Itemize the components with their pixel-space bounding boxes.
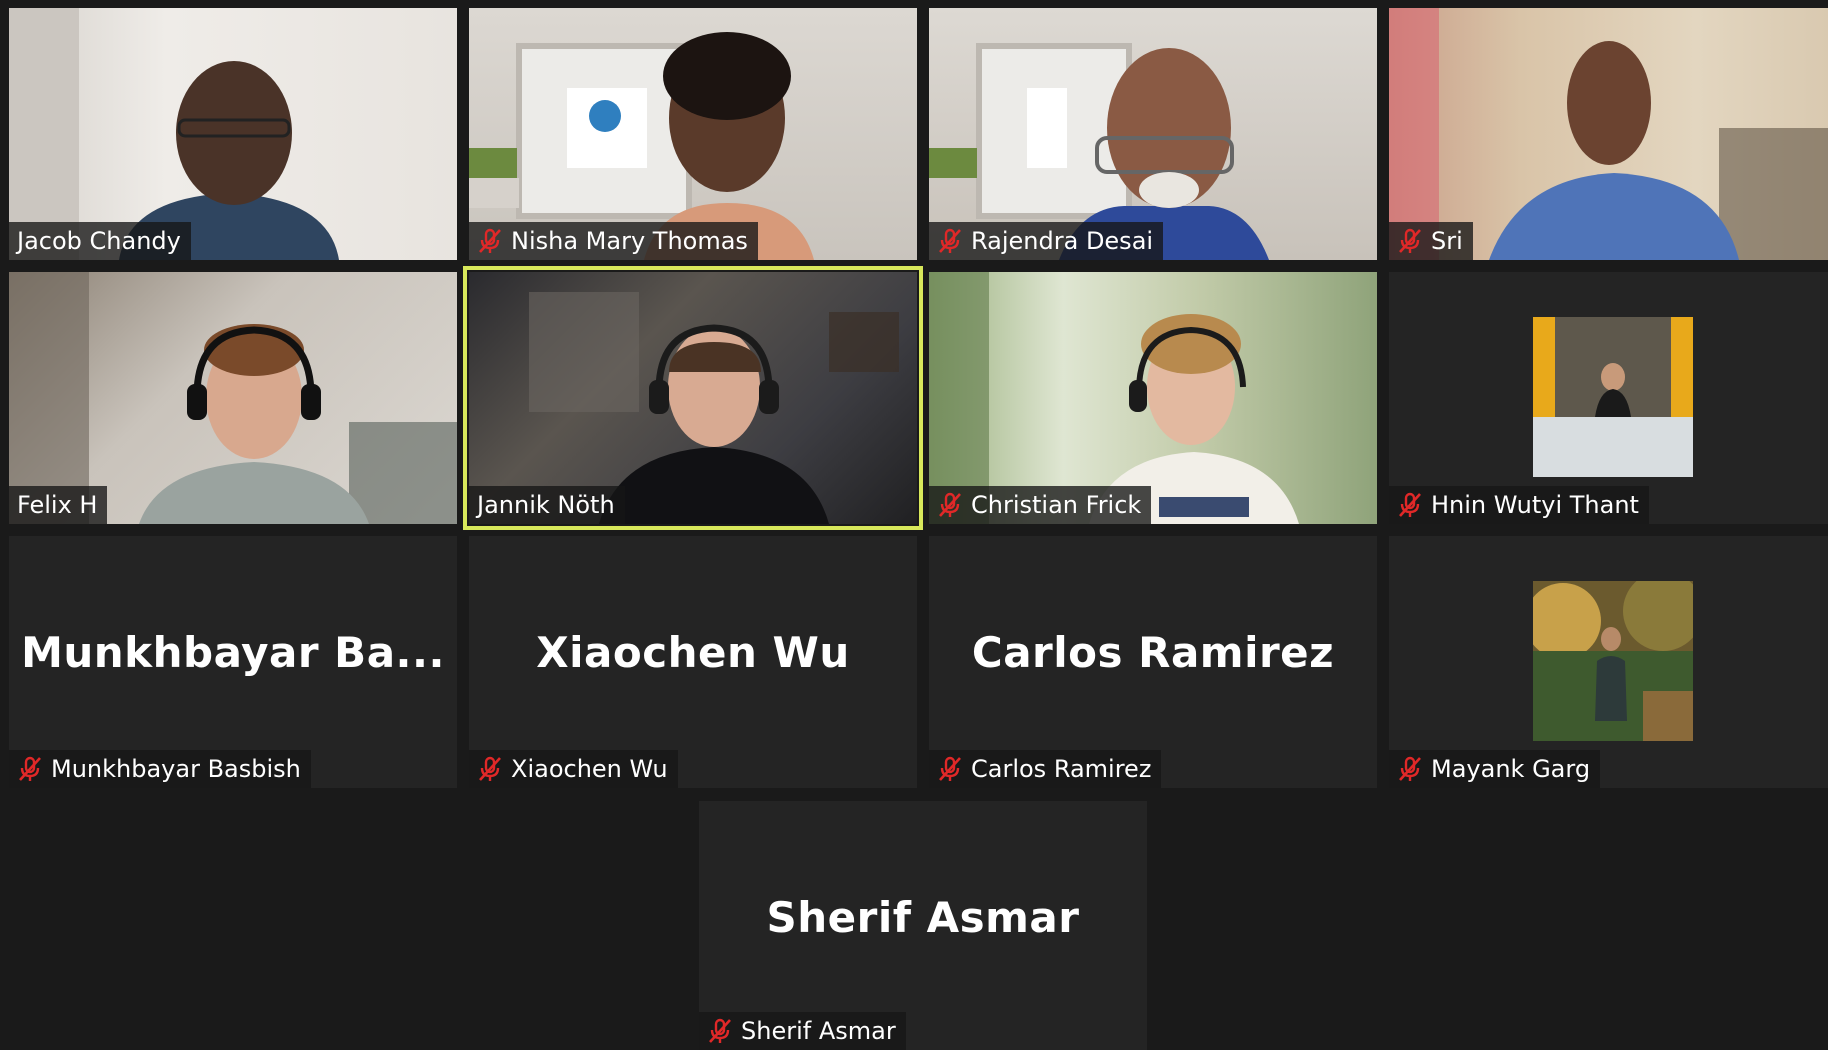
mic-off-icon — [1399, 756, 1421, 781]
participant-nametag: Hnin Wutyi Thant — [1389, 486, 1649, 524]
participant-name: Christian Frick — [971, 491, 1142, 519]
participant-nametag: Xiaochen Wu — [469, 750, 678, 788]
participant-name: Sri — [1431, 227, 1463, 255]
participant-nametag: Christian Frick — [929, 486, 1152, 524]
participant-nametag: Mayank Garg — [1389, 750, 1601, 788]
participant-nametag: Felix H — [9, 486, 108, 524]
participant-nametag: Sri — [1389, 222, 1473, 260]
participant-display-name: Carlos Ramirez — [971, 628, 1335, 677]
profile-photo — [1533, 317, 1693, 477]
participant-tile-hnin-wutyi-thant[interactable]: Hnin Wutyi Thant — [1389, 272, 1828, 524]
participant-name: Jacob Chandy — [17, 227, 181, 255]
participant-name: Sherif Asmar — [741, 1017, 896, 1045]
participant-name: Jannik Nöth — [477, 491, 615, 519]
participant-display-name: Sherif Asmar — [766, 893, 1080, 942]
gallery-view: Jacob Chandy Nisha Mary Thomas Rajendra … — [0, 0, 1828, 1050]
mic-off-icon — [479, 228, 501, 253]
participant-display-name: Munkhbayar Ba... — [21, 628, 445, 677]
participant-display-name: Xiaochen Wu — [536, 628, 850, 677]
participant-tile-rajendra-desai[interactable]: Rajendra Desai — [929, 8, 1377, 260]
participant-nametag: Jacob Chandy — [9, 222, 191, 260]
participant-tile-mayank-garg[interactable]: Mayank Garg — [1389, 536, 1828, 788]
mic-off-icon — [709, 1018, 731, 1043]
mic-off-icon — [939, 228, 961, 253]
participant-tile-jannik-noeth[interactable]: Jannik Nöth — [463, 266, 923, 530]
participant-tile-xiaochen-wu[interactable]: Xiaochen Wu Xiaochen Wu — [469, 536, 917, 788]
mic-off-icon — [939, 756, 961, 781]
participant-nametag: Jannik Nöth — [469, 486, 625, 524]
participant-name: Xiaochen Wu — [511, 755, 668, 783]
participant-tile-sri[interactable]: Sri — [1389, 8, 1828, 260]
participant-tile-nisha-mary-thomas[interactable]: Nisha Mary Thomas — [469, 8, 917, 260]
profile-photo — [1533, 581, 1693, 741]
participant-nametag: Carlos Ramirez — [929, 750, 1162, 788]
participant-name: Hnin Wutyi Thant — [1431, 491, 1639, 519]
mic-off-icon — [19, 756, 41, 781]
participant-name: Munkhbayar Basbish — [51, 755, 301, 783]
mic-off-icon — [1399, 492, 1421, 517]
participant-name: Carlos Ramirez — [971, 755, 1152, 783]
mic-off-icon — [1399, 228, 1421, 253]
participant-name: Nisha Mary Thomas — [511, 227, 748, 255]
participant-name: Felix H — [17, 491, 98, 519]
participant-name: Mayank Garg — [1431, 755, 1591, 783]
participant-name: Rajendra Desai — [971, 227, 1154, 255]
participant-tile-christian-frick[interactable]: Christian Frick — [929, 272, 1377, 524]
participant-nametag: Nisha Mary Thomas — [469, 222, 758, 260]
participant-tile-jacob-chandy[interactable]: Jacob Chandy — [9, 8, 457, 260]
mic-off-icon — [479, 756, 501, 781]
participant-nametag: Rajendra Desai — [929, 222, 1164, 260]
participant-tile-sherif-asmar[interactable]: Sherif Asmar Sherif Asmar — [699, 801, 1147, 1050]
participant-nametag: Sherif Asmar — [699, 1012, 906, 1050]
participant-tile-felix-h[interactable]: Felix H — [9, 272, 457, 524]
participant-tile-munkhbayar-basbish[interactable]: Munkhbayar Ba... Munkhbayar Basbish — [9, 536, 457, 788]
mic-off-icon — [939, 492, 961, 517]
participant-nametag: Munkhbayar Basbish — [9, 750, 311, 788]
participant-tile-carlos-ramirez[interactable]: Carlos Ramirez Carlos Ramirez — [929, 536, 1377, 788]
